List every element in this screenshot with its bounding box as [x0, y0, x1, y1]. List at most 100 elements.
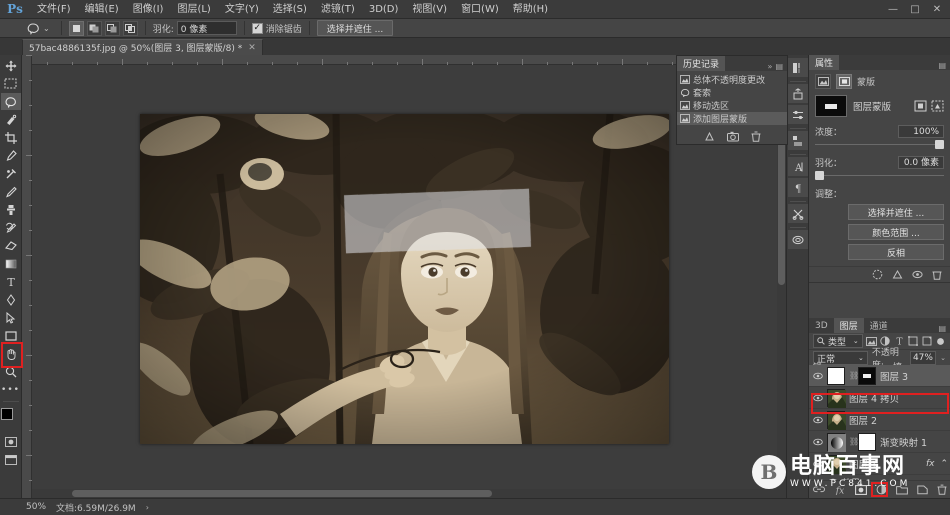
- status-expand-arrow-icon[interactable]: ›: [146, 503, 149, 512]
- layer-mask-thumbnail[interactable]: [858, 432, 876, 451]
- rail-adjustments-panel[interactable]: [787, 105, 808, 124]
- rail-color-panel[interactable]: [787, 58, 808, 77]
- apply-mask-icon[interactable]: [892, 269, 903, 280]
- mask-options-icon[interactable]: [931, 100, 944, 112]
- layer-mask-thumbnail[interactable]: [858, 366, 876, 385]
- crop-tool[interactable]: [1, 129, 21, 146]
- menu-filter[interactable]: 滤镜(T): [314, 0, 362, 19]
- layer-visibility-toggle[interactable]: [812, 416, 823, 424]
- eraser-tool[interactable]: [1, 237, 21, 254]
- zoom-tool[interactable]: [1, 363, 21, 380]
- menu-help[interactable]: 帮助(H): [506, 0, 555, 19]
- rail-navigator-panel[interactable]: [787, 230, 808, 249]
- layer-visibility-toggle[interactable]: [812, 460, 823, 468]
- create-snapshot-icon[interactable]: [726, 131, 739, 142]
- mask-link-icon[interactable]: ⛓: [849, 371, 859, 380]
- intersect-selection-button[interactable]: [122, 20, 138, 36]
- layer-visibility-toggle[interactable]: [812, 438, 823, 446]
- canvas-horizontal-scroll-thumb[interactable]: [72, 490, 492, 497]
- properties-menu-icon[interactable]: ▤: [938, 61, 946, 70]
- document-tab[interactable]: 57bac4886135f.jpg @ 50%(图层 3, 图层蒙版/8) * …: [22, 39, 263, 55]
- layer-effects-icon[interactable]: fx: [926, 459, 937, 469]
- layer-style-icon[interactable]: fx: [834, 485, 846, 495]
- document-tab-close-icon[interactable]: ✕: [248, 43, 256, 53]
- rectangle-tool[interactable]: [1, 327, 21, 344]
- layer-thumbnail[interactable]: [827, 410, 846, 430]
- adjust-button[interactable]: 选择并遮住 ...: [848, 204, 944, 220]
- opacity-value[interactable]: 47%: [909, 351, 937, 365]
- select-and-mask-button[interactable]: 选择并遮住 ...: [316, 20, 394, 36]
- new-layer-icon[interactable]: [916, 484, 928, 495]
- adjustment-layer-icon[interactable]: [876, 484, 887, 495]
- history-item[interactable]: 添加图层蒙版: [677, 112, 787, 125]
- link-layers-icon[interactable]: [812, 485, 825, 494]
- layer-visibility-toggle[interactable]: [812, 394, 823, 402]
- delete-icon[interactable]: [751, 131, 761, 142]
- history-item[interactable]: 移动选区: [677, 99, 787, 112]
- menu-view[interactable]: 视图(V): [405, 0, 454, 19]
- current-tool-preset[interactable]: ⌄: [22, 20, 54, 37]
- tab-3D[interactable]: 3D: [809, 318, 834, 333]
- add-to-selection-button[interactable]: [86, 20, 102, 36]
- filter-shape-icon[interactable]: [907, 335, 918, 348]
- document-image[interactable]: [140, 114, 669, 444]
- tab-图层[interactable]: 图层: [833, 318, 864, 333]
- history-item[interactable]: 套索: [677, 86, 787, 99]
- density-slider[interactable]: [815, 140, 944, 149]
- subtract-from-selection-button[interactable]: [104, 20, 120, 36]
- load-selection-icon[interactable]: [872, 269, 883, 280]
- path-selection-tool[interactable]: [1, 309, 21, 326]
- menu-file[interactable]: 文件(F): [30, 0, 78, 19]
- type-tool[interactable]: T: [1, 273, 21, 290]
- minimize-button[interactable]: —: [882, 0, 904, 19]
- pixel-mask-button[interactable]: [815, 74, 831, 89]
- select-mask-thumbnail-icon[interactable]: [914, 100, 927, 112]
- pen-tool[interactable]: [1, 291, 21, 308]
- maximize-button[interactable]: □: [904, 0, 926, 19]
- canvas-horizontal-scrollbar[interactable]: [32, 489, 777, 498]
- layer-thumbnail[interactable]: [827, 432, 846, 452]
- density-value[interactable]: 100%: [898, 125, 944, 138]
- layer-visibility-toggle[interactable]: [812, 372, 823, 380]
- brush-tool[interactable]: [1, 183, 21, 200]
- layer-thumbnail[interactable]: [827, 454, 846, 474]
- mask-link-icon[interactable]: ⛓: [849, 437, 859, 446]
- collapse-icon[interactable]: »: [768, 62, 773, 71]
- layers-panel-menu-icon[interactable]: ▤: [938, 324, 950, 333]
- gradient-tool[interactable]: [1, 255, 21, 272]
- clone-stamp-tool[interactable]: [1, 201, 21, 218]
- delete-layer-icon[interactable]: [937, 484, 947, 495]
- opacity-chevron-down-icon[interactable]: ⌄: [940, 354, 946, 362]
- rail-styles-panel[interactable]: [787, 131, 808, 150]
- layer-row[interactable]: 图层 2: [809, 409, 950, 431]
- rail-character-panel[interactable]: A: [787, 157, 808, 176]
- feather-slider-knob[interactable]: [815, 171, 824, 180]
- filter-power-icon[interactable]: [935, 335, 946, 348]
- foreground-color-swatch[interactable]: [0, 408, 13, 420]
- create-document-icon[interactable]: [704, 131, 715, 142]
- history-brush-tool[interactable]: [1, 219, 21, 236]
- lasso-tool[interactable]: [0, 93, 21, 110]
- move-tool[interactable]: [1, 57, 21, 74]
- rail-paragraph-panel[interactable]: ¶: [787, 178, 808, 197]
- menu-window[interactable]: 窗口(W): [454, 0, 506, 19]
- antialias-checkbox[interactable]: ✓: [251, 22, 263, 34]
- delete-mask-icon[interactable]: [932, 269, 942, 280]
- toggle-mask-icon[interactable]: [912, 269, 923, 280]
- filter-smart-icon[interactable]: [921, 335, 932, 348]
- panel-menu-icon[interactable]: ▤: [775, 62, 783, 71]
- feather-input[interactable]: 0 像素: [176, 21, 237, 35]
- color-swatches[interactable]: [0, 407, 22, 429]
- screen-mode-button[interactable]: [1, 451, 21, 468]
- zoom-level[interactable]: 50%: [26, 502, 46, 512]
- rail-actions-panel[interactable]: [787, 204, 808, 223]
- canvas[interactable]: [32, 65, 786, 498]
- menu-select[interactable]: 选择(S): [266, 0, 314, 19]
- history-item[interactable]: 总体不透明度更改: [677, 73, 787, 86]
- layer-row[interactable]: ⛓ 图层 3: [809, 365, 950, 387]
- marquee-tool[interactable]: [1, 75, 21, 92]
- eyedropper-tool[interactable]: [1, 147, 21, 164]
- layer-row[interactable]: ⛓ 渐变映射 1: [809, 431, 950, 453]
- quick-mask-button[interactable]: [1, 433, 21, 450]
- menu-layer[interactable]: 图层(L): [170, 0, 217, 19]
